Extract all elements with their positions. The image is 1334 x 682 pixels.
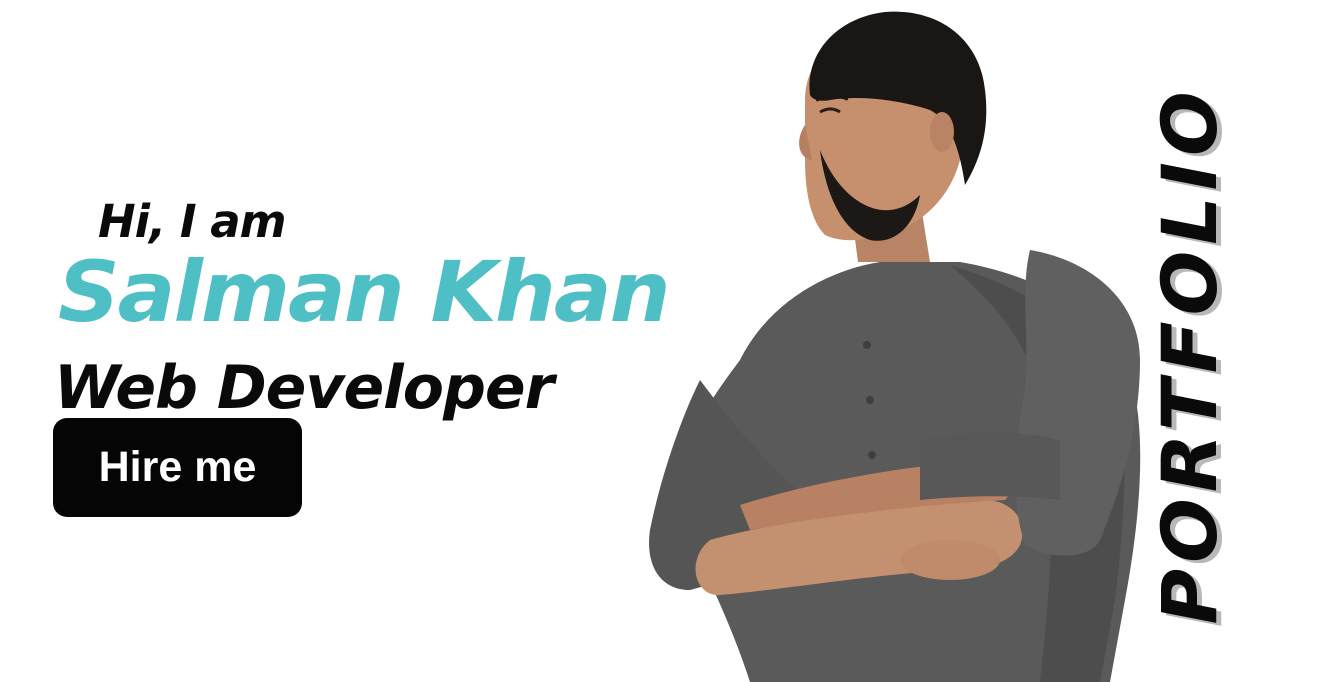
hire-me-label: Hire me	[98, 443, 257, 491]
hire-me-button[interactable]: Hire me	[53, 418, 302, 517]
hero-name: Salman Khan	[58, 243, 671, 341]
hero-section: Hi, I am Salman Khan Web Developer Hire …	[0, 0, 1334, 682]
portfolio-title: PORTFOLIO	[1145, 85, 1234, 625]
person-portrait	[649, 11, 1141, 682]
portfolio-side-title: PORTFOLIO PORTFOLIO	[1140, 30, 1240, 680]
hero-role: Web Developer	[54, 353, 554, 423]
